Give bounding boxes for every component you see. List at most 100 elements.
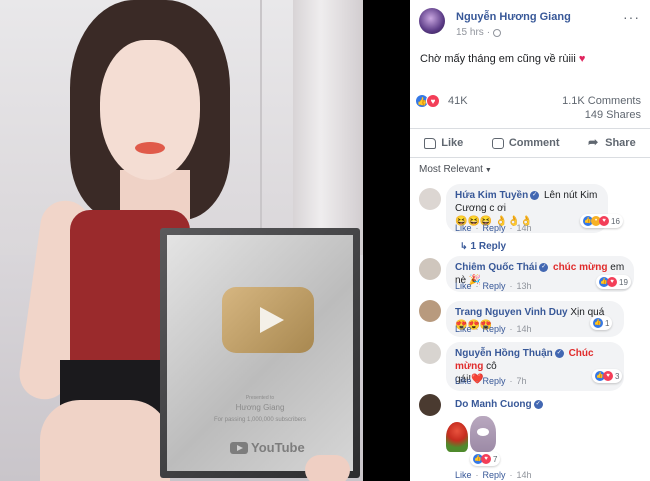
lips <box>135 142 165 154</box>
commenter-name[interactable]: Trang Nguyen Vinh Duy <box>455 307 568 318</box>
share-button[interactable]: Share <box>588 135 636 150</box>
post-caption: Chờ mấy tháng em cũng về rùiii ♥ <box>410 42 650 67</box>
comment-reply-link[interactable]: Reply <box>483 324 506 334</box>
comment-reactions[interactable]: 👍 • ♥ 16 <box>580 214 623 228</box>
post-viewer: Presented to Hương Giang For passing 1,0… <box>0 0 650 481</box>
comment-actions: Like · Reply · 14h <box>455 324 532 334</box>
like-icon <box>424 137 437 149</box>
comment-label: Comment <box>508 137 560 149</box>
love-reaction-icon: ♥ <box>481 454 491 464</box>
comments-count[interactable]: 1.1K Comments <box>562 95 641 107</box>
commenter-avatar[interactable] <box>419 188 441 210</box>
reaction-count: 3 <box>615 371 620 381</box>
post-meta: 15 hrs · <box>456 27 502 38</box>
comment-header: Do Manh Cuong ✓ <box>455 399 545 410</box>
comment-like-link[interactable]: Like <box>455 281 472 291</box>
comment-time[interactable]: 7h <box>517 376 527 386</box>
share-label: Share <box>605 137 636 149</box>
comment-time[interactable]: 14h <box>517 324 532 334</box>
separator-dot: · <box>509 281 513 291</box>
separator-dot: · <box>509 376 513 386</box>
more-options-icon[interactable]: ··· <box>623 9 640 25</box>
wall-panel-line <box>260 0 262 230</box>
comment-text-after: cô <box>483 361 497 372</box>
post-header: Nguyễn Hương Giang 15 hrs · ··· <box>410 0 650 42</box>
post-side-panel: Nguyễn Hương Giang 15 hrs · ··· Chờ mấy … <box>410 0 650 481</box>
plaque-passing-text: For passing 1,000,000 subscribers <box>213 417 307 423</box>
love-reaction-icon: ♥ <box>607 277 617 287</box>
commenter-avatar[interactable] <box>419 258 441 280</box>
shares-count[interactable]: 149 Shares <box>585 109 641 121</box>
post-photo[interactable]: Presented to Hương Giang For passing 1,0… <box>0 0 363 481</box>
youtube-logo: YouTube <box>230 440 305 455</box>
comment-reactions[interactable]: 👍 ♥ 7 <box>470 452 501 466</box>
comment-like-link[interactable]: Like <box>455 223 472 233</box>
reactions-summary: 👍 ♥ 41K 1.1K Comments 149 Shares <box>410 94 650 124</box>
like-button[interactable]: Like <box>424 137 463 149</box>
verified-icon: ✓ <box>554 348 564 358</box>
separator-dot: · <box>475 223 479 233</box>
comment-reply-link[interactable]: Reply <box>483 281 506 291</box>
author-name[interactable]: Nguyễn Hương Giang <box>456 11 571 23</box>
youtube-wordmark: YouTube <box>251 440 305 455</box>
separator-dot: · <box>475 470 479 480</box>
separator-dot: · <box>509 470 513 480</box>
commenter-name[interactable]: Nguyễn Hồng Thuận <box>455 348 553 359</box>
plaque-name: Hương Giang <box>235 403 285 412</box>
post-actions: Like Comment Share <box>410 128 650 158</box>
comment-reactions[interactable]: 👍 ♥ 3 <box>592 369 623 383</box>
reaction-count: 1 <box>605 318 610 328</box>
bunny-sticker <box>470 416 496 452</box>
reply-arrow-icon: ↳ <box>460 241 468 251</box>
youtube-icon <box>230 441 248 454</box>
comment-highlight-text: chúc mừng <box>553 262 608 273</box>
comment-like-link[interactable]: Like <box>455 324 472 334</box>
post-time[interactable]: 15 hrs <box>456 27 484 38</box>
chevron-down-icon: ▼ <box>484 167 492 174</box>
heart-emoji: ♥ <box>578 53 586 65</box>
comment-actions: Like · Reply · 7h <box>455 376 527 386</box>
commenter-avatar[interactable] <box>419 394 441 416</box>
love-reaction-icon: ♥ <box>426 94 440 108</box>
face <box>100 40 200 180</box>
verified-icon: ✓ <box>539 262 549 272</box>
view-replies-link[interactable]: ↳ 1 Reply <box>460 241 506 252</box>
comment-actions: Like · Reply · 13h <box>455 281 532 291</box>
comment-like-link[interactable]: Like <box>455 376 472 386</box>
comment-reactions[interactable]: 👍 1 <box>590 316 613 330</box>
separator-dot: · <box>475 281 479 291</box>
comment-sort-dropdown[interactable]: Most Relevant ▼ <box>419 164 492 175</box>
reaction-count: 7 <box>493 454 498 464</box>
love-reaction-icon: ♥ <box>603 371 613 381</box>
like-label: Like <box>441 137 464 149</box>
comment-time[interactable]: 13h <box>517 281 532 291</box>
comment-actions: Like · Reply · 14h <box>455 223 532 233</box>
comment-time[interactable]: 14h <box>517 470 532 480</box>
reaction-count: 19 <box>619 277 628 287</box>
caption-text: Chờ mấy tháng em cũng về rùiii <box>420 53 576 65</box>
comment-reply-link[interactable]: Reply <box>483 470 506 480</box>
verified-icon: ✓ <box>530 190 540 200</box>
play-button-icon <box>222 287 314 353</box>
commenter-name[interactable]: Do Manh Cuong <box>455 399 532 410</box>
commenter-name[interactable]: Chiêm Quốc Thái <box>455 262 537 273</box>
reaction-count[interactable]: 41K <box>448 95 468 107</box>
commenter-avatar[interactable] <box>419 342 441 364</box>
comment-like-link[interactable]: Like <box>455 470 472 480</box>
commenter-name[interactable]: Hứa Kim Tuyền <box>455 190 528 201</box>
author-avatar[interactable] <box>419 8 445 34</box>
comment-reactions[interactable]: 👍 ♥ 19 <box>596 275 631 289</box>
commenter-avatar[interactable] <box>419 300 441 322</box>
plaque-subtitle: Presented to <box>245 395 275 401</box>
flower-bouquet-sticker <box>446 422 468 452</box>
legs <box>40 400 170 481</box>
reaction-icons[interactable]: 👍 ♥ <box>415 94 440 108</box>
comment-reply-link[interactable]: Reply <box>483 223 506 233</box>
separator-dot: · <box>475 376 479 386</box>
comment-time[interactable]: 14h <box>517 223 532 233</box>
silver-play-button-plaque: Presented to Hương Giang For passing 1,0… <box>160 228 360 478</box>
comment-reply-link[interactable]: Reply <box>483 376 506 386</box>
separator-dot: · <box>509 223 513 233</box>
comment-button[interactable]: Comment <box>491 137 560 149</box>
comment-actions: Like · Reply · 14h <box>455 470 532 480</box>
